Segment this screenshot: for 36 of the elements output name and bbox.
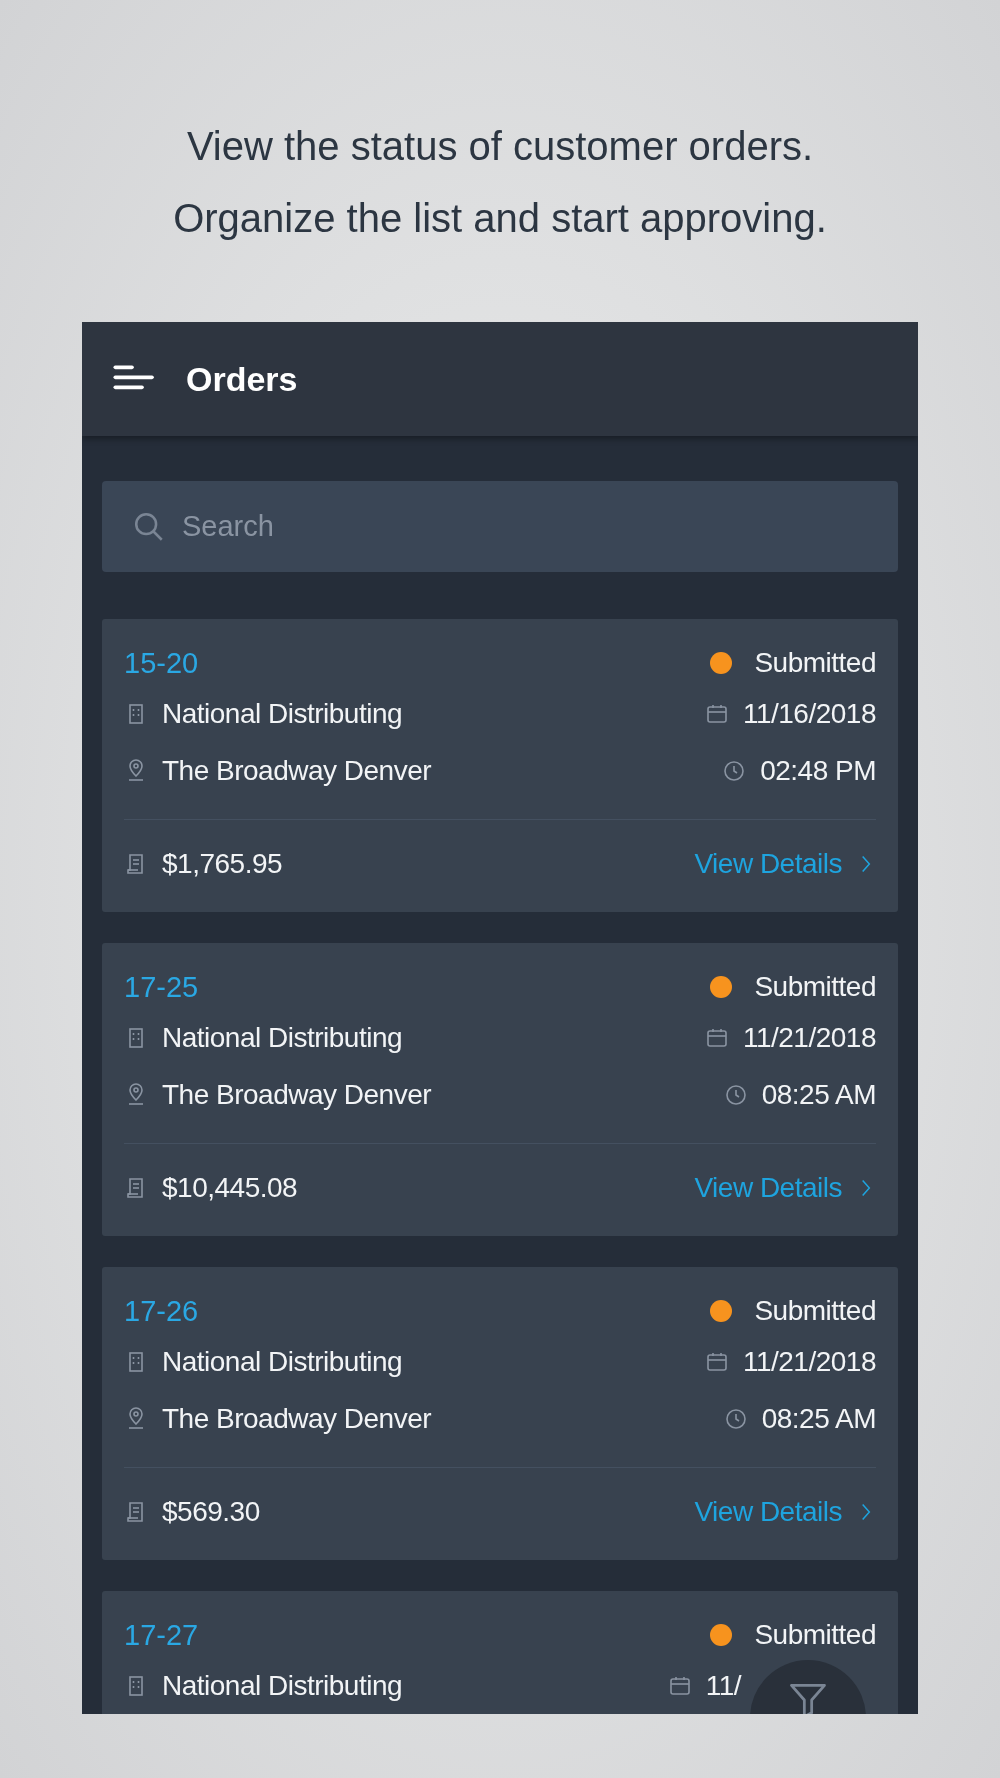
order-date: 11/	[705, 1669, 741, 1702]
search-field[interactable]: Search	[102, 481, 898, 572]
order-total: $1,765.95	[162, 848, 283, 880]
order-number: 15-20	[124, 646, 199, 680]
caption-text: View the status of customer orders.	[186, 123, 814, 170]
view-details-link[interactable]: View Details	[694, 1172, 876, 1204]
order-number: 17-26	[124, 1294, 199, 1328]
status-label: Submitted	[754, 1295, 876, 1327]
location-name: The Broadway Denver	[162, 754, 432, 787]
order-date: 11/21/2018	[742, 1345, 876, 1378]
caption-text: Organize the list and start approving.	[173, 195, 827, 242]
order-number: 17-25	[124, 970, 199, 1004]
location-name: The Broadway Denver	[162, 1078, 432, 1111]
order-date: 11/16/2018	[742, 697, 876, 730]
status-label: Submitted	[754, 971, 876, 1003]
order-date: 11/21/2018	[742, 1021, 876, 1054]
clock-icon	[723, 1082, 748, 1107]
order-time: 08:25 AM	[761, 1078, 876, 1111]
customer-name: National Distributing	[162, 1345, 403, 1378]
order-number: 17-27	[124, 1618, 199, 1652]
search-input[interactable]: Search	[180, 495, 898, 558]
order-time: 02:48 PM	[760, 754, 876, 787]
customer-name: National Distributing	[162, 697, 403, 730]
status-label: Submitted	[754, 647, 876, 679]
customer-name: National Distributing	[162, 1021, 403, 1054]
clock-icon	[723, 1406, 748, 1431]
order-total: $10,445.08	[162, 1172, 298, 1204]
order-total: $569.30	[162, 1496, 260, 1528]
view-details-link[interactable]: View Details	[694, 1496, 876, 1528]
customer-name: National Distributing	[162, 1669, 403, 1702]
screen-title: Orders	[186, 359, 298, 399]
view-details-link[interactable]: View Details	[694, 848, 876, 880]
order-time: 08:25 AM	[761, 1402, 876, 1435]
status-label: Submitted	[754, 1619, 876, 1651]
location-name: The Broadway Denver	[162, 1402, 432, 1435]
clock-icon	[722, 758, 747, 783]
